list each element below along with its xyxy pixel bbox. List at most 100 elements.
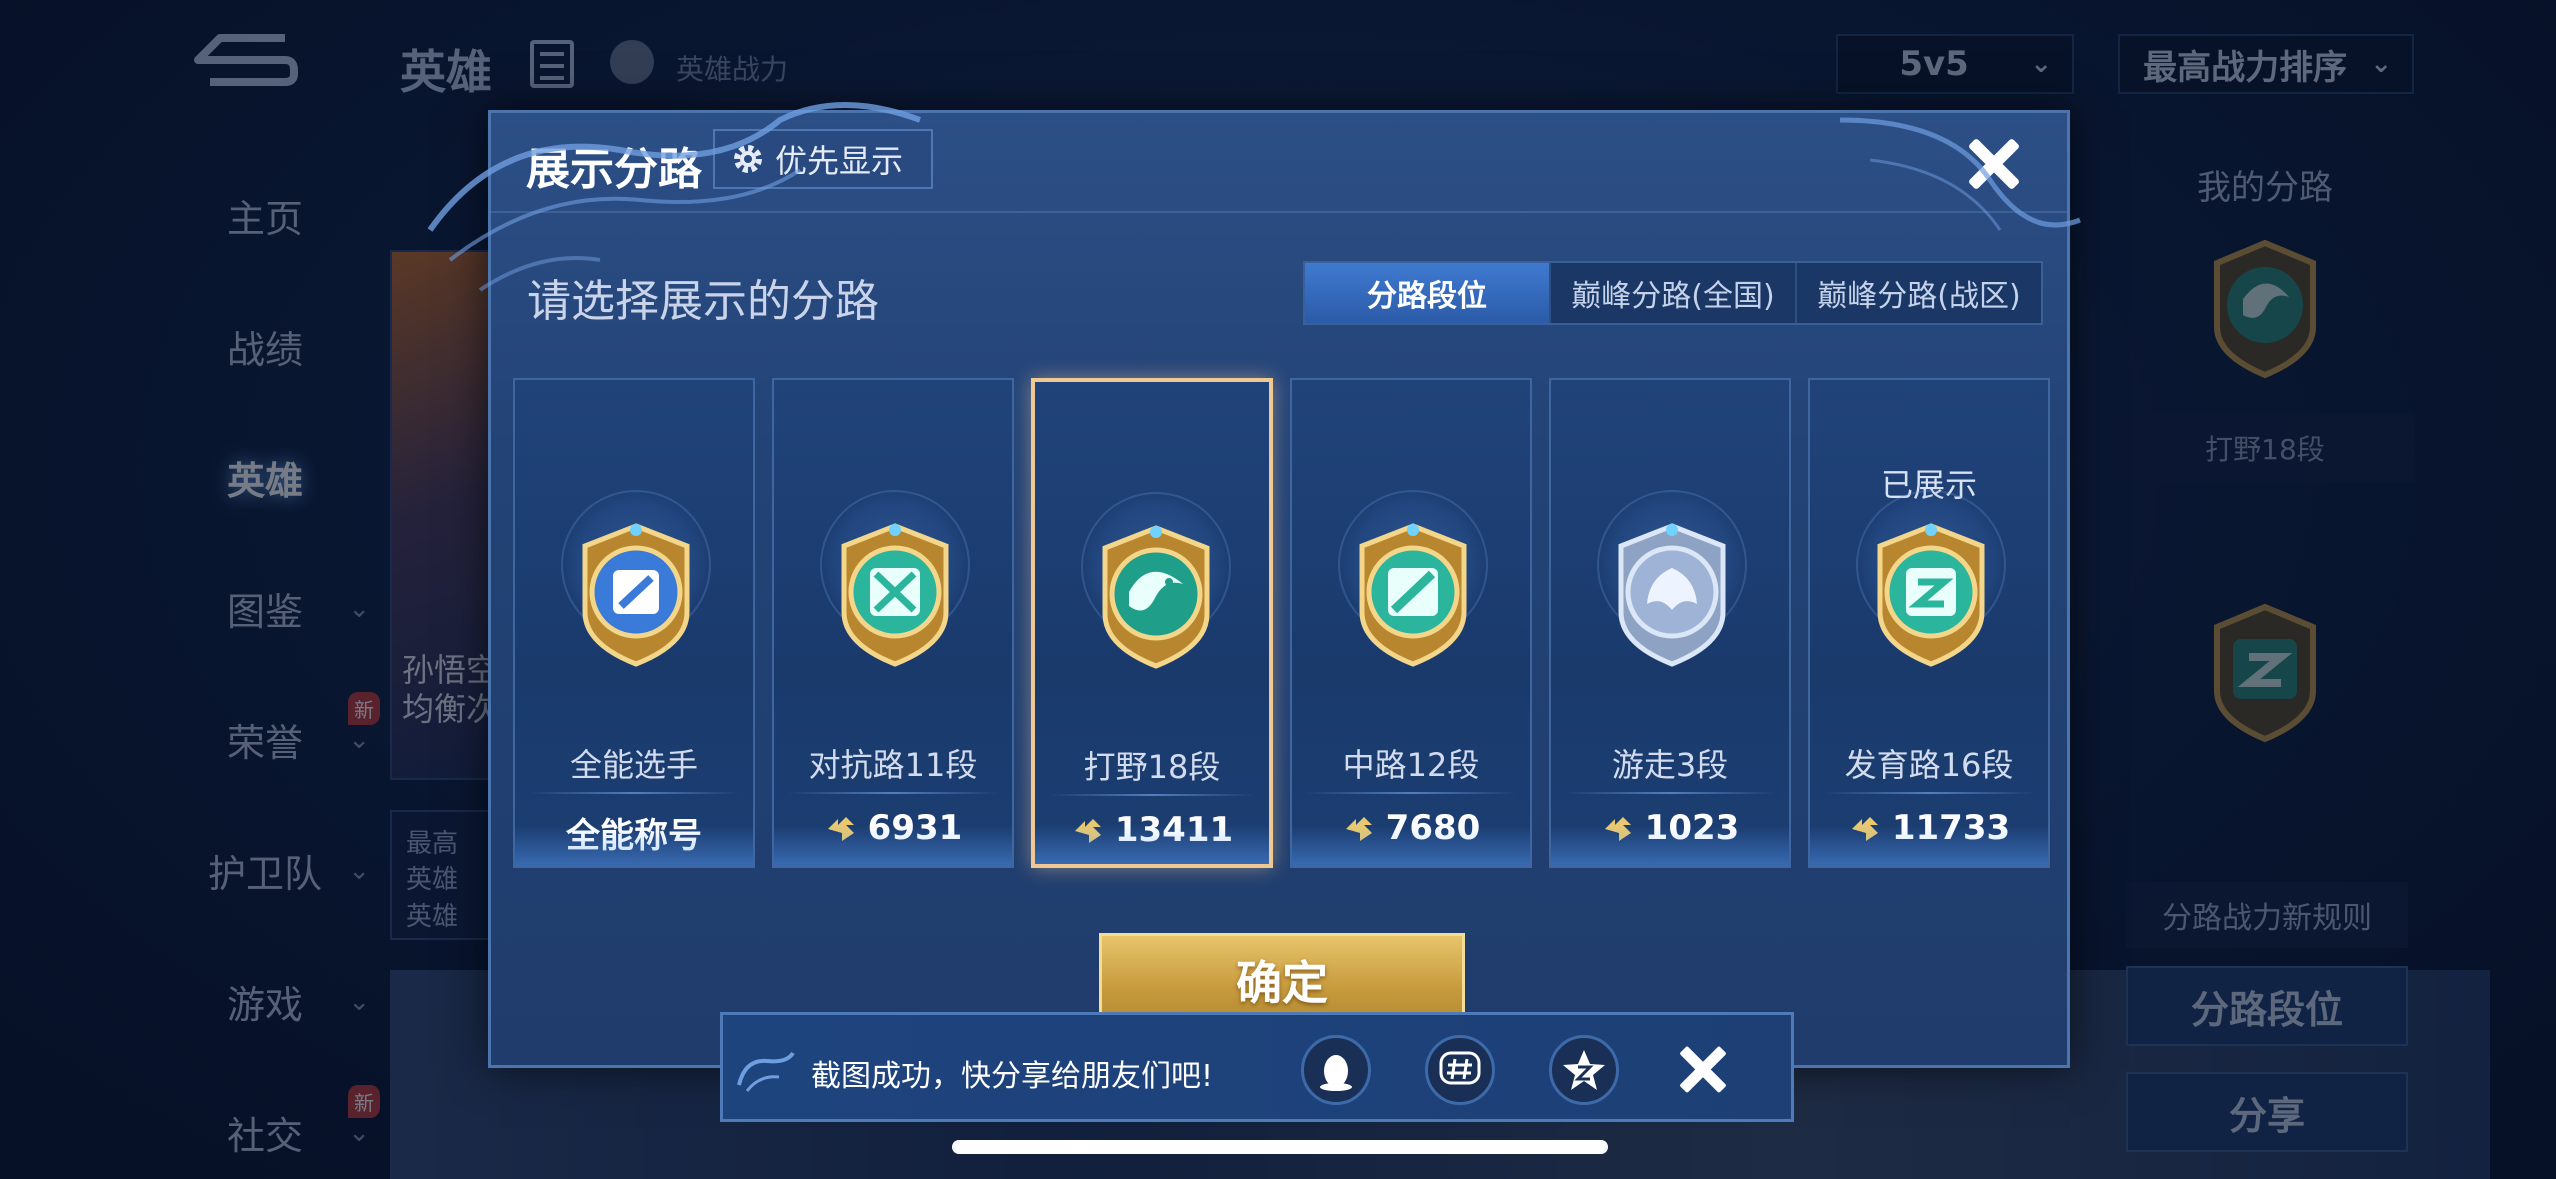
- route-card[interactable]: 打野18段13411: [1031, 378, 1273, 868]
- mid-lane-emblem-icon: [1346, 520, 1480, 670]
- share-button[interactable]: 分享: [2126, 1072, 2408, 1152]
- sidebar-item-label: 图鉴: [226, 590, 303, 634]
- divider: [1565, 792, 1775, 794]
- route-rank-name: 全能选手: [569, 746, 698, 784]
- sidebar-item-label: 战绩: [226, 328, 303, 372]
- topic-share-icon[interactable]: [1425, 1035, 1495, 1105]
- divider: [788, 792, 998, 794]
- list-icon[interactable]: [530, 40, 574, 88]
- route-card[interactable]: 全能选手全能称号: [513, 378, 755, 868]
- route-tab[interactable]: 分路段位: [1305, 263, 1551, 323]
- sidebar-item[interactable]: 英雄: [140, 412, 390, 543]
- route-power-rule-link[interactable]: 分路战力新规则: [2126, 882, 2408, 948]
- route-rank-name: 中路12段: [1342, 746, 1480, 784]
- sidebar-item[interactable]: 主页: [140, 150, 390, 281]
- card-bottom-glow: [1292, 826, 1530, 866]
- close-toast-button[interactable]: [1673, 1040, 1733, 1100]
- decorative-cloud-icon: [737, 1051, 795, 1092]
- close-dialog-button[interactable]: [1959, 129, 2029, 199]
- farm-lane-emblem-icon: [2214, 603, 2316, 743]
- sidebar-item-label: 荣誉: [226, 721, 303, 765]
- chevron-down-icon: ⌄: [348, 724, 370, 755]
- sort-select[interactable]: 最高战力排序 ⌄: [2118, 34, 2414, 94]
- back-button[interactable]: [190, 30, 300, 90]
- qq-share-icon[interactable]: [1301, 1035, 1371, 1105]
- all-round-emblem-icon: [569, 520, 703, 670]
- divider: [1824, 792, 2034, 794]
- dialog-header: 展示分路 优先显示: [491, 113, 2067, 213]
- roam-emblem-icon: [1605, 520, 1739, 670]
- clash-lane-emblem-icon: [828, 520, 962, 670]
- chevron-down-icon: ⌄: [348, 1117, 370, 1148]
- card-bottom-glow: [515, 826, 753, 866]
- sidebar-item-label: 英雄: [226, 459, 303, 503]
- divider: [1306, 792, 1516, 794]
- route-card-list: 全能选手全能称号对抗路11段6931打野18段13411中路12段7680游走3…: [513, 378, 2051, 878]
- hero-power-icon: [610, 40, 654, 84]
- chevron-down-icon: ⌄: [2370, 49, 2392, 79]
- hero-card-name: 孙悟空 均衡次: [402, 651, 498, 728]
- chevron-down-icon: ⌄: [348, 986, 370, 1017]
- sidebar-item-label: 护卫队: [207, 852, 322, 896]
- route-card[interactable]: 游走3段1023: [1549, 378, 1791, 868]
- qzone-share-icon[interactable]: [1549, 1035, 1619, 1105]
- route-tabs: 分路段位 巅峰分路(全国) 巅峰分路(战区): [1303, 261, 2043, 325]
- route-tab[interactable]: 巅峰分路(全国): [1551, 263, 1797, 323]
- hero-name: 孙悟空: [402, 651, 499, 690]
- new-badge: 新: [348, 1085, 380, 1118]
- sidebar-item-label: 社交: [226, 1114, 303, 1158]
- screenshot-toast: 截图成功，快分享给朋友们吧!: [720, 1012, 1794, 1122]
- mode-select-value: 5v5: [1899, 44, 1969, 84]
- route-rank-name: 对抗路11段: [808, 746, 978, 784]
- sidebar-item-label: 主页: [226, 197, 303, 241]
- new-badge: 新: [348, 692, 380, 725]
- sidebar-item[interactable]: 社交 ⌄ 新: [140, 1067, 390, 1179]
- qq-penguin-icon: [1320, 1055, 1352, 1091]
- route-tab[interactable]: 巅峰分路(战区): [1797, 263, 2041, 323]
- hero-power-label[interactable]: 英雄战力: [676, 48, 788, 88]
- dialog-subtitle: 请选择展示的分路: [527, 276, 879, 327]
- jungle-emblem-icon: [1089, 522, 1223, 672]
- home-indicator[interactable]: [952, 1140, 1608, 1154]
- toast-message: 截图成功，快分享给朋友们吧!: [811, 1059, 1214, 1094]
- chevron-down-icon: ⌄: [348, 593, 370, 624]
- sidebar: 主页 战绩 英雄 图鉴 ⌄ 荣誉 ⌄ 新护卫队 ⌄ 游戏 ⌄ 社交 ⌄ 新: [140, 150, 390, 1179]
- display-route-dialog: 展示分路 优先显示 请选择展示的分路 分路段位 巅峰分路(全国) 巅峰分路(战区) …: [488, 110, 2070, 1068]
- hashtag-icon: [1439, 1051, 1481, 1085]
- priority-display-label: 优先显示: [775, 142, 904, 180]
- card-bottom-glow: [1810, 826, 2048, 866]
- route-rank-name: 打野18段: [1083, 748, 1221, 786]
- gear-icon: [734, 145, 762, 173]
- sidebar-item[interactable]: 护卫队 ⌄: [140, 805, 390, 936]
- my-routes-title: 我的分路: [2197, 168, 2333, 208]
- route-rank-name: 游走3段: [1611, 746, 1729, 784]
- sidebar-item[interactable]: 荣誉 ⌄ 新: [140, 674, 390, 805]
- my-route-label: 打野18段: [2115, 413, 2415, 483]
- star-icon: [1563, 1050, 1605, 1090]
- jungle-emblem-icon: [2214, 239, 2316, 379]
- route-rank-button[interactable]: 分路段位: [2126, 966, 2408, 1046]
- sidebar-item-label: 游戏: [226, 983, 303, 1027]
- route-rank-name: 发育路16段: [1844, 746, 2014, 784]
- chevron-down-icon: ⌄: [2030, 49, 2052, 79]
- sidebar-item[interactable]: 战绩: [140, 281, 390, 412]
- my-routes-panel: 我的分路 打野18段: [2110, 160, 2420, 747]
- sidebar-item[interactable]: 图鉴 ⌄: [140, 543, 390, 674]
- back-arrow-icon: [194, 34, 298, 86]
- mode-select[interactable]: 5v5 ⌄: [1836, 34, 2074, 94]
- card-bottom-glow: [1035, 824, 1269, 864]
- sort-select-value: 最高战力排序: [2143, 47, 2348, 88]
- route-card[interactable]: 中路12段7680: [1290, 378, 1532, 868]
- route-card[interactable]: 对抗路11段6931: [772, 378, 1014, 868]
- hero-subtitle: 均衡次: [402, 689, 499, 728]
- priority-display-button[interactable]: 优先显示: [713, 129, 933, 189]
- page-title: 英雄: [400, 45, 492, 99]
- card-bottom-glow: [774, 826, 1012, 866]
- divider: [1049, 794, 1255, 796]
- card-bottom-glow: [1551, 826, 1789, 866]
- route-card[interactable]: 已展示发育路16段11733: [1808, 378, 2050, 868]
- sidebar-item[interactable]: 游戏 ⌄: [140, 936, 390, 1067]
- dialog-title: 展示分路: [526, 144, 702, 195]
- divider: [529, 792, 739, 794]
- farm-lane-emblem-icon: [1864, 520, 1998, 670]
